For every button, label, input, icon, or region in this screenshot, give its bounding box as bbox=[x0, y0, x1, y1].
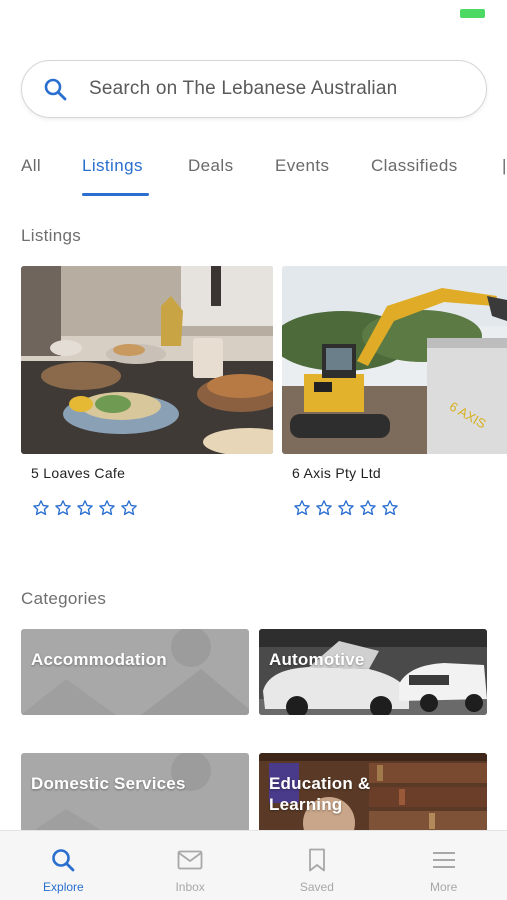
category-tile-accommodation[interactable]: Accommodation bbox=[21, 629, 249, 715]
star-icon bbox=[316, 500, 332, 516]
tab-classifieds[interactable]: Classifieds bbox=[371, 156, 458, 176]
search-icon bbox=[52, 849, 75, 872]
tab-listings[interactable]: Listings bbox=[82, 156, 143, 176]
cafe-food-photo bbox=[21, 266, 273, 454]
menu-icon bbox=[432, 852, 455, 868]
category-label: Accommodation bbox=[31, 650, 167, 669]
nav-label: Explore bbox=[43, 880, 84, 894]
excavator-photo: 6 AXIS bbox=[282, 266, 507, 454]
star-rating bbox=[32, 499, 273, 517]
star-icon bbox=[99, 500, 115, 516]
star-icon bbox=[382, 500, 398, 516]
tab-more-partial[interactable]: | bbox=[502, 156, 507, 176]
star-icon bbox=[338, 500, 354, 516]
bottom-navigation: Explore Inbox Saved More bbox=[0, 830, 507, 900]
nav-saved[interactable]: Saved bbox=[254, 831, 381, 900]
categories-section-title: Categories bbox=[21, 589, 107, 608]
star-icon bbox=[294, 500, 310, 516]
nav-label: Inbox bbox=[175, 880, 205, 894]
nav-more[interactable]: More bbox=[380, 831, 507, 900]
tab-all[interactable]: All bbox=[21, 156, 41, 176]
listing-card[interactable]: 6 AXIS 6 Axis Pty Ltd bbox=[282, 266, 507, 517]
mail-icon bbox=[177, 850, 203, 870]
search-icon bbox=[44, 78, 67, 101]
star-icon bbox=[121, 500, 137, 516]
nav-label: More bbox=[429, 880, 458, 894]
category-label: Automotive bbox=[269, 650, 365, 669]
category-label: Education & Learning bbox=[269, 774, 371, 814]
active-tab-indicator bbox=[82, 193, 149, 196]
listing-image-cafe[interactable] bbox=[21, 266, 273, 454]
star-icon bbox=[360, 500, 376, 516]
category-tile-domestic-services[interactable]: Domestic Services bbox=[21, 753, 249, 839]
star-icon bbox=[33, 500, 49, 516]
automotive-photo bbox=[259, 629, 487, 715]
search-bar[interactable]: Search on The Lebanese Australian bbox=[21, 60, 487, 118]
nav-label: Saved bbox=[299, 880, 334, 894]
category-tile-automotive[interactable]: Automotive bbox=[259, 629, 487, 715]
nav-explore[interactable]: Explore bbox=[0, 831, 127, 900]
battery-indicator bbox=[460, 9, 485, 18]
star-icon bbox=[55, 500, 71, 516]
listing-image-excavator[interactable]: 6 AXIS bbox=[282, 266, 507, 454]
listing-card[interactable]: 5 Loaves Cafe bbox=[21, 266, 273, 517]
bookmark-icon bbox=[308, 848, 325, 872]
listings-section-title: Listings bbox=[21, 226, 82, 245]
category-tile-education-learning[interactable]: Education & Learning bbox=[259, 753, 487, 839]
placeholder-image-icon bbox=[21, 629, 249, 715]
filter-tabs: All Listings Deals Events Classifieds | bbox=[0, 140, 507, 198]
star-rating bbox=[293, 499, 507, 517]
tab-deals[interactable]: Deals bbox=[188, 156, 233, 176]
search-placeholder[interactable]: Search on The Lebanese Australian bbox=[89, 78, 397, 100]
listing-name[interactable]: 5 Loaves Cafe bbox=[31, 465, 273, 481]
tab-events[interactable]: Events bbox=[275, 156, 329, 176]
nav-inbox[interactable]: Inbox bbox=[127, 831, 254, 900]
listing-name[interactable]: 6 Axis Pty Ltd bbox=[292, 465, 507, 481]
placeholder-image-icon bbox=[21, 753, 249, 839]
category-label: Domestic Services bbox=[31, 774, 186, 793]
star-icon bbox=[77, 500, 93, 516]
